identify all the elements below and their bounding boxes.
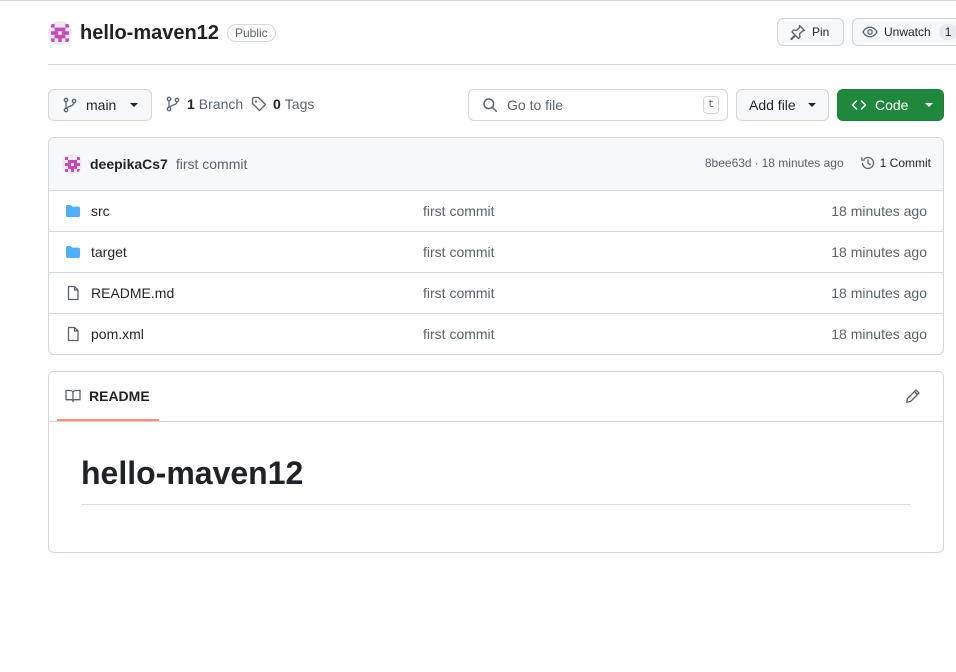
readme-tab-label: README — [89, 387, 150, 404]
readme-content: hello-maven12 — [49, 422, 943, 506]
readme-heading: hello-maven12 — [81, 454, 911, 506]
code-label: Code — [875, 97, 909, 113]
shortcut-key: t — [703, 96, 719, 114]
branch-selector[interactable]: main — [48, 89, 152, 121]
tag-icon — [251, 96, 267, 112]
file-commit-message[interactable]: first commit — [423, 326, 495, 342]
owner-avatar[interactable] — [48, 21, 72, 45]
file-row[interactable]: src first commit 18 minutes ago — [49, 191, 943, 232]
identicon-icon — [64, 156, 80, 172]
file-browser: deepikaCs7 first commit 8bee63d · 18 min… — [48, 137, 944, 355]
file-name[interactable]: README.md — [91, 285, 174, 301]
commits-count-label: 1 Commit — [879, 156, 931, 170]
top-border — [0, 0, 956, 1]
file-icon — [65, 285, 81, 301]
file-commit-message[interactable]: first commit — [423, 203, 495, 219]
book-icon — [65, 388, 81, 404]
file-commit-time: 18 minutes ago — [831, 203, 927, 219]
commit-author[interactable]: deepikaCs7 — [90, 156, 168, 172]
readme-panel: README hello-maven12 — [48, 371, 944, 553]
commits-history-link[interactable]: 1 Commit — [860, 155, 931, 171]
branches-link[interactable]: 1 Branch — [165, 96, 243, 112]
tag-label: Tags — [284, 96, 315, 112]
chevron-down-icon — [925, 103, 934, 107]
file-name[interactable]: target — [91, 244, 127, 260]
repo-name[interactable]: hello-maven12 — [80, 22, 219, 45]
chevron-down-icon — [807, 103, 816, 107]
code-icon — [851, 97, 867, 113]
pin-icon — [790, 24, 806, 40]
file-row[interactable]: pom.xml first commit 18 minutes ago — [49, 314, 943, 354]
history-icon — [860, 155, 876, 171]
file-commit-time: 18 minutes ago — [831, 244, 927, 260]
commit-author-avatar[interactable] — [62, 154, 82, 174]
file-name[interactable]: pom.xml — [91, 326, 144, 342]
add-file-button[interactable]: Add file — [736, 89, 829, 121]
file-commit-message[interactable]: first commit — [423, 285, 495, 301]
watch-count: 1 — [938, 24, 956, 40]
chevron-down-icon — [130, 103, 139, 107]
go-to-file-search[interactable]: t — [468, 89, 728, 121]
commit-meta: 8bee63d · 18 minutes ago 1 Commit — [705, 155, 931, 171]
repo-header: hello-maven12 Public — [48, 18, 276, 48]
file-commit-message[interactable]: first commit — [423, 244, 495, 260]
pin-label: Pin — [812, 25, 830, 39]
folder-icon — [65, 244, 81, 260]
search-input[interactable] — [507, 97, 697, 113]
branch-count: 1 — [187, 96, 195, 112]
tag-count: 0 — [273, 96, 281, 112]
unwatch-button[interactable]: Unwatch 1 — [852, 18, 956, 46]
readme-header: README — [49, 372, 943, 422]
code-button[interactable]: Code — [837, 89, 944, 121]
file-row[interactable]: target first commit 18 minutes ago — [49, 232, 943, 273]
eye-icon — [862, 24, 878, 40]
commit-hash[interactable]: 8bee63d — [705, 156, 752, 170]
identicon-icon — [51, 24, 69, 42]
meta-separator: · — [754, 156, 759, 170]
add-file-label: Add file — [749, 97, 796, 113]
git-branch-icon — [62, 97, 78, 113]
pin-button[interactable]: Pin — [777, 18, 844, 46]
git-branch-icon — [165, 96, 181, 112]
file-commit-time: 18 minutes ago — [831, 285, 927, 301]
file-commit-time: 18 minutes ago — [831, 326, 927, 342]
commit-time: 18 minutes ago — [761, 156, 844, 170]
tab-readme[interactable]: README — [57, 372, 159, 421]
visibility-badge: Public — [226, 24, 276, 42]
folder-icon — [65, 203, 81, 219]
pencil-icon[interactable] — [905, 388, 921, 404]
commit-message[interactable]: first commit — [176, 156, 248, 172]
file-icon — [65, 326, 81, 342]
file-name[interactable]: src — [91, 203, 110, 219]
latest-commit-bar: deepikaCs7 first commit 8bee63d · 18 min… — [49, 138, 943, 191]
branch-name: main — [86, 97, 117, 113]
file-row[interactable]: README.md first commit 18 minutes ago — [49, 273, 943, 314]
header-divider — [48, 64, 956, 65]
branch-label: Branch — [198, 96, 244, 112]
unwatch-label: Unwatch — [884, 25, 931, 39]
search-icon — [482, 97, 498, 113]
tags-link[interactable]: 0 Tags — [251, 96, 314, 112]
